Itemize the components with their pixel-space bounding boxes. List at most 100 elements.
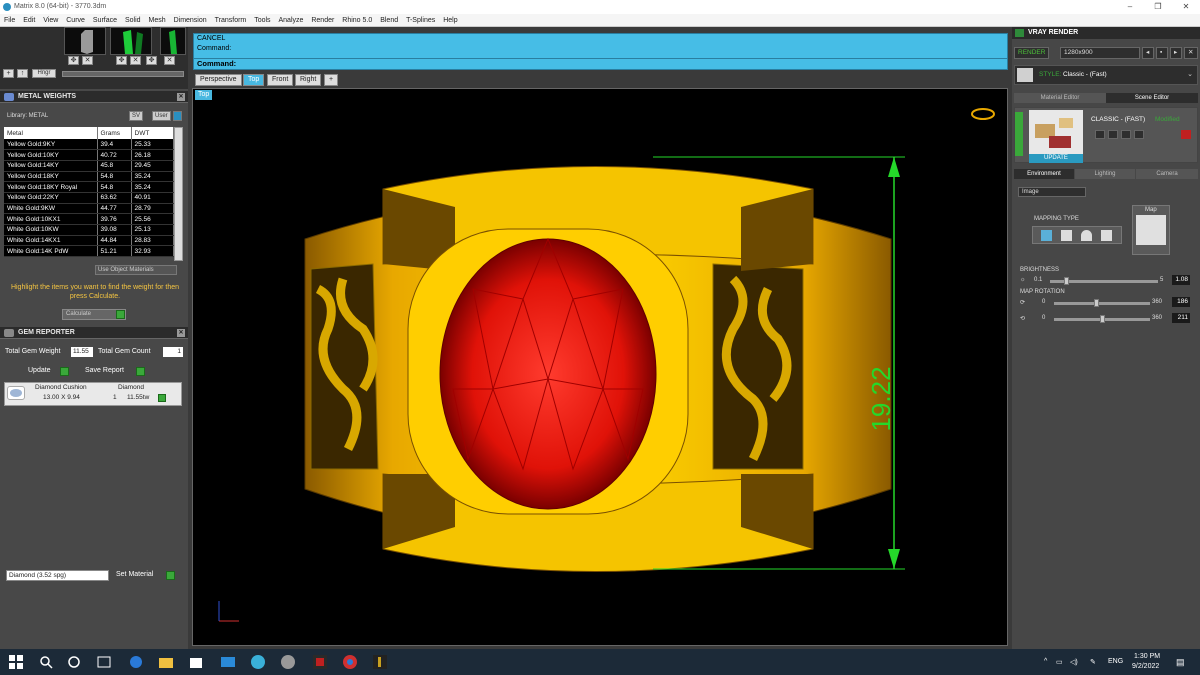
env-type-select[interactable]: Image — [1018, 187, 1086, 197]
menu-blend[interactable]: Blend — [380, 17, 398, 24]
col-dwt[interactable]: DWT — [131, 127, 174, 139]
mapping-screen-icon[interactable] — [1041, 230, 1052, 241]
tool-delete-icon-2[interactable]: ✕ — [130, 56, 141, 65]
chevron-down-icon[interactable]: ⌄ — [1187, 70, 1193, 78]
tab-perspective[interactable]: Perspective — [195, 74, 242, 86]
network-icon[interactable]: ▭ — [1056, 658, 1063, 666]
use-object-materials-select[interactable]: Use Object Materials — [95, 265, 177, 275]
close-panel-icon[interactable]: ✕ — [177, 93, 185, 101]
tab-lighting[interactable]: Lighting — [1075, 169, 1135, 179]
viewport-top[interactable]: Top 19.22 — [192, 88, 1008, 646]
table-row[interactable]: White Gold:9KW 44.77 28.79 — [4, 203, 174, 215]
table-row[interactable]: White Gold:14K PdW 51.21 32.93 — [4, 245, 174, 258]
tab-top[interactable]: Top — [243, 74, 265, 86]
tool-move-icon-2[interactable]: ✥ — [116, 56, 127, 65]
menu-tsplines[interactable]: T-Splines — [406, 17, 435, 24]
tab-environment[interactable]: Environment — [1014, 169, 1074, 179]
file-explorer-icon[interactable] — [158, 654, 174, 670]
menu-edit[interactable]: Edit — [23, 17, 35, 24]
thumbnail-green-2[interactable] — [160, 27, 186, 55]
menu-tools[interactable]: Tools — [254, 17, 270, 24]
gem-list[interactable]: Diamond Cushion Diamond 13.00 X 9.94 1 1… — [4, 382, 182, 406]
app-icon-rhino[interactable] — [280, 654, 296, 670]
menu-rhino[interactable]: Rhino 5.0 — [342, 17, 372, 24]
thumbnail-shank[interactable] — [64, 27, 106, 55]
tab-front[interactable]: Front — [267, 74, 294, 86]
task-view-icon[interactable] — [96, 654, 112, 670]
language-indicator[interactable]: ENG — [1108, 658, 1123, 665]
save-report-button[interactable]: Save Report — [85, 367, 124, 374]
library-browse-icon[interactable] — [173, 111, 182, 121]
rotation-h-knob[interactable] — [1094, 299, 1099, 307]
edge-icon[interactable] — [128, 654, 144, 670]
command-history[interactable]: CANCEL Command: — [193, 33, 1008, 59]
tool-move-icon-3[interactable]: ✥ — [146, 56, 157, 65]
table-row[interactable]: White Gold:10KX1 39.76 25.56 — [4, 213, 174, 225]
store-icon[interactable] — [188, 654, 204, 670]
table-row[interactable]: White Gold:14KX1 44.84 28.83 — [4, 235, 174, 247]
set-material-play-icon[interactable] — [166, 571, 175, 580]
mail-icon[interactable] — [220, 654, 236, 670]
tool-delete-icon[interactable]: ✕ — [82, 56, 93, 65]
export-icon[interactable] — [1121, 130, 1131, 139]
brightness-value[interactable]: 1.08 — [1172, 275, 1190, 285]
play-icon[interactable]: ▸ — [1170, 47, 1182, 59]
table-scrollbar[interactable] — [174, 127, 183, 261]
menu-surface[interactable]: Surface — [93, 17, 117, 24]
scene-thumbnail[interactable] — [1029, 110, 1083, 154]
add-icon[interactable]: + — [3, 69, 14, 78]
close-panel-icon[interactable]: ✕ — [177, 329, 185, 337]
menu-transform[interactable]: Transform — [215, 17, 247, 24]
minimize-icon[interactable]: – — [1116, 0, 1144, 14]
maximize-icon[interactable]: ❐ — [1144, 0, 1172, 14]
tab-right[interactable]: Right — [295, 74, 322, 86]
table-row[interactable]: Yellow Gold:18KY Royal 54.8 35.24 — [4, 181, 174, 193]
clock-date[interactable]: 9/2/2022 — [1132, 663, 1159, 670]
menu-render[interactable]: Render — [311, 17, 334, 24]
tray-chevron-icon[interactable]: ^ — [1044, 658, 1047, 665]
scene-update-button[interactable]: UPDATE — [1029, 154, 1083, 163]
render-button[interactable]: RENDER — [1014, 47, 1050, 59]
tab-camera[interactable]: Camera — [1136, 169, 1198, 179]
camera-icon[interactable]: ▪ — [1156, 47, 1168, 59]
close-icon[interactable]: ✕ — [1172, 0, 1200, 14]
import-icon[interactable] — [1134, 130, 1144, 139]
save-icon[interactable] — [1095, 130, 1105, 139]
command-input[interactable]: Command: — [193, 58, 1008, 70]
save-as-icon[interactable] — [1108, 130, 1118, 139]
table-row[interactable]: Yellow Gold:9KY 39.4 25.33 — [4, 139, 174, 151]
windows-start-icon[interactable] — [8, 654, 24, 670]
menu-mesh[interactable]: Mesh — [149, 17, 166, 24]
notification-icon[interactable]: ▤ — [1176, 657, 1185, 668]
play-icon[interactable] — [116, 310, 125, 319]
table-row[interactable]: Yellow Gold:22KY 63.62 40.91 — [4, 192, 174, 204]
rotation-v-value[interactable]: 211 — [1172, 313, 1190, 323]
mapping-dome-icon[interactable] — [1081, 230, 1092, 241]
style-bar[interactable]: STYLE: Classic - (Fast) ⌄ — [1014, 65, 1198, 85]
menu-solid[interactable]: Solid — [125, 17, 141, 24]
update-button[interactable]: Update — [28, 367, 51, 374]
mapping-box-icon[interactable] — [1101, 230, 1112, 241]
save-report-play-icon[interactable] — [136, 367, 145, 376]
mapping-cube-icon[interactable] — [1061, 230, 1072, 241]
table-row[interactable]: Yellow Gold:18KY 54.8 35.24 — [4, 171, 174, 183]
thumbnail-scrollbar[interactable] — [62, 71, 184, 77]
rotation-v-knob[interactable] — [1100, 315, 1105, 323]
tool-delete-icon-3[interactable]: ✕ — [164, 56, 175, 65]
menu-curve[interactable]: Curve — [66, 17, 85, 24]
gem-row-play-icon[interactable] — [158, 394, 166, 402]
app-icon-red[interactable] — [312, 654, 328, 670]
sv-button[interactable]: SV — [129, 111, 144, 121]
resolution-select[interactable]: 1280x900 — [1060, 47, 1140, 59]
menu-view[interactable]: View — [43, 17, 58, 24]
menu-analyze[interactable]: Analyze — [279, 17, 304, 24]
scene-nav-icon[interactable] — [1015, 112, 1023, 156]
close-icon[interactable]: ✕ — [1184, 47, 1198, 59]
matrix-app-icon[interactable] — [372, 654, 388, 670]
col-grams[interactable]: Grams — [97, 127, 132, 139]
menu-help[interactable]: Help — [443, 17, 457, 24]
rotation-h-value[interactable]: 186 — [1172, 297, 1190, 307]
table-row[interactable]: Yellow Gold:14KY 45.8 29.45 — [4, 160, 174, 172]
tab-add[interactable]: + — [324, 74, 339, 86]
table-row[interactable]: Yellow Gold:10KY 40.72 26.18 — [4, 149, 174, 161]
